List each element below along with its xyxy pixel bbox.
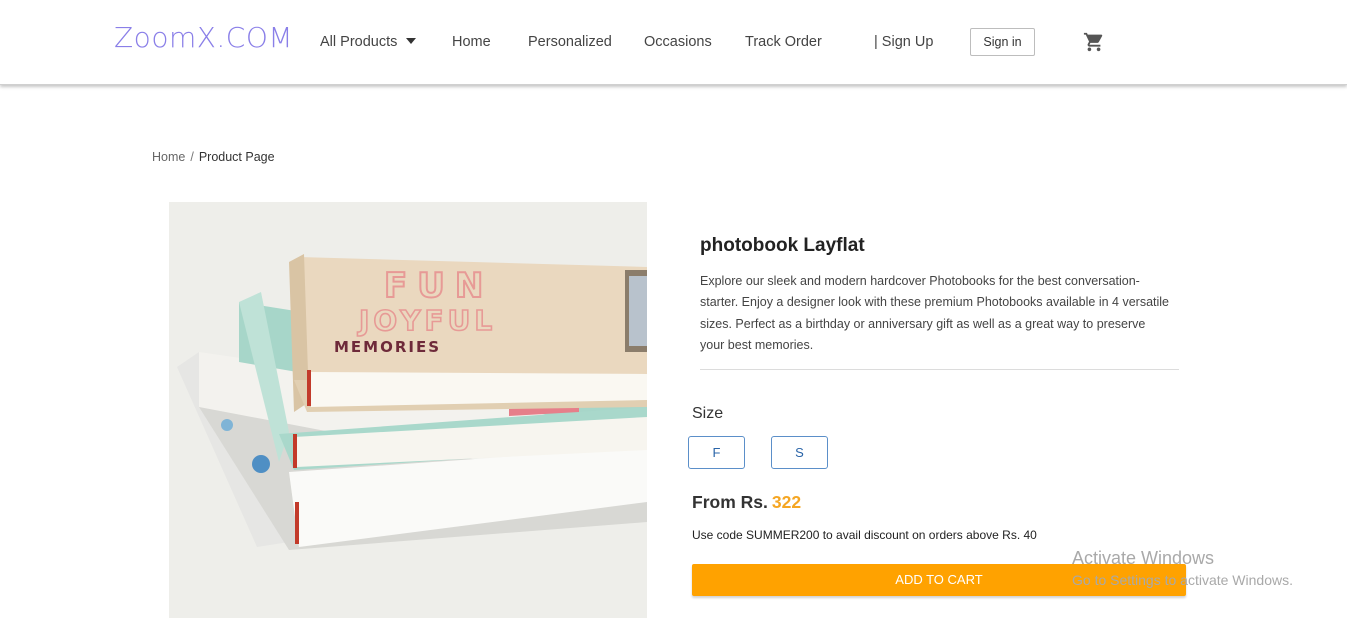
cover-text-joyful: JOYFUL: [357, 304, 496, 337]
nav-sign-up[interactable]: | Sign Up: [874, 33, 933, 51]
breadcrumb-separator: /: [190, 150, 194, 164]
product-image: FUN JOYFUL MEMORIES: [169, 202, 647, 618]
cover-text-fun: FUN: [384, 266, 493, 306]
nav-track-order[interactable]: Track Order: [745, 33, 822, 51]
size-label: Size: [692, 405, 724, 422]
product-price: From Rs. 322: [692, 490, 801, 514]
size-option-s[interactable]: S: [771, 436, 828, 469]
nav-occasions[interactable]: Occasions: [644, 33, 712, 51]
promo-text: Use code SUMMER200 to avail discount on …: [692, 528, 1037, 542]
size-option-f[interactable]: F: [688, 436, 745, 469]
price-amount: 322: [771, 492, 802, 512]
nav-home[interactable]: Home: [452, 33, 491, 51]
site-logo[interactable]: ZoomX.COM: [114, 20, 293, 56]
top-navbar: ZoomX.COM All Products Home Personalized…: [0, 0, 1347, 85]
nav-all-products[interactable]: All Products: [320, 33, 417, 51]
breadcrumb: Home / Product Page: [152, 149, 275, 165]
price-prefix: From Rs.: [692, 492, 768, 512]
add-to-cart-button[interactable]: ADD TO CART: [692, 564, 1186, 596]
shopping-cart-icon[interactable]: [1083, 31, 1105, 53]
sign-in-button[interactable]: Sign in: [970, 28, 1035, 56]
nav-personalized[interactable]: Personalized: [528, 33, 612, 51]
divider: [700, 369, 1179, 370]
breadcrumb-current: Product Page: [198, 150, 275, 164]
nav-all-products-label: All Products: [320, 34, 398, 50]
caret-down-icon: [406, 38, 417, 45]
product-description: Explore our sleek and modern hardcover P…: [700, 274, 1170, 352]
cover-text-memories: MEMORIES: [334, 338, 441, 356]
breadcrumb-home[interactable]: Home: [152, 150, 185, 164]
product-title: photobook Layflat: [700, 235, 865, 256]
